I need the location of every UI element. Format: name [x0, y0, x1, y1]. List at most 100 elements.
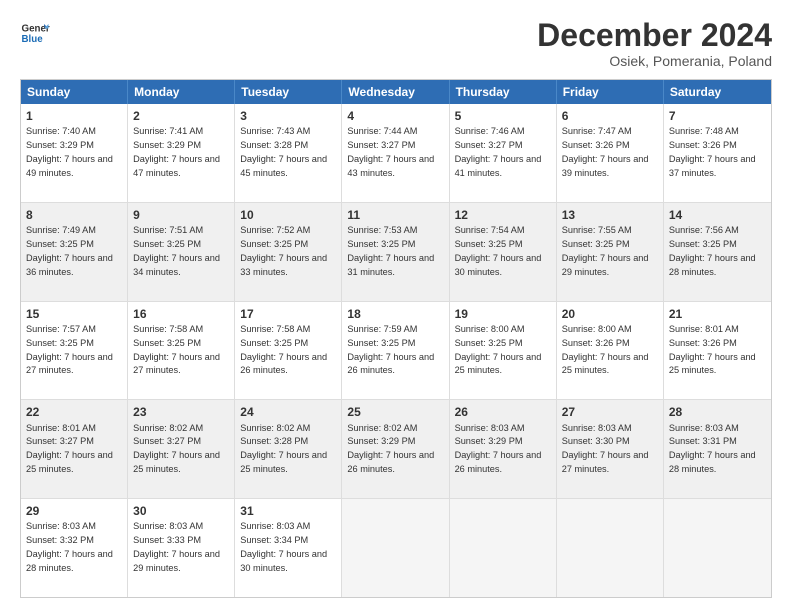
day-number: 1 — [26, 108, 122, 124]
cal-cell: 14 Sunrise: 7:56 AM Sunset: 3:25 PM Dayli… — [664, 203, 771, 301]
day-number: 15 — [26, 306, 122, 322]
cal-cell: 16Sunrise: 7:58 AM Sunset: 3:25 PM Dayli… — [128, 302, 235, 400]
day-number: 19 — [455, 306, 551, 322]
week-row-0: 1 Sunrise: 7:40 AM Sunset: 3:29 PM Daylig… — [21, 104, 771, 203]
cell-info: Sunrise: 7:44 AM Sunset: 3:27 PM Dayligh… — [347, 126, 434, 177]
cal-cell — [450, 499, 557, 597]
day-number: 2 — [133, 108, 229, 124]
cell-info: Sunrise: 7:53 AM Sunset: 3:25 PM Dayligh… — [347, 225, 434, 276]
logo-icon: General Blue — [20, 18, 50, 48]
cell-info: Sunrise: 7:51 AM Sunset: 3:25 PM Dayligh… — [133, 225, 220, 276]
day-number: 7 — [669, 108, 766, 124]
week-row-2: 15 Sunrise: 7:57 AM Sunset: 3:25 PM Dayli… — [21, 302, 771, 401]
cal-cell: 10 Sunrise: 7:52 AM Sunset: 3:25 PM Dayli… — [235, 203, 342, 301]
cell-info: Sunrise: 7:58 AM Sunset: 3:25 PM Dayligh… — [240, 324, 327, 375]
cell-info: Sunrise: 8:03 AM Sunset: 3:30 PM Dayligh… — [562, 423, 649, 474]
cell-info: Sunrise: 8:03 AM Sunset: 3:29 PM Dayligh… — [455, 423, 542, 474]
cell-info: Sunrise: 7:40 AM Sunset: 3:29 PM Dayligh… — [26, 126, 113, 177]
day-number: 23 — [133, 404, 229, 420]
cal-cell: 15 Sunrise: 7:57 AM Sunset: 3:25 PM Dayli… — [21, 302, 128, 400]
cell-info: Sunrise: 8:00 AM Sunset: 3:26 PM Dayligh… — [562, 324, 649, 375]
cal-cell: 7 Sunrise: 7:48 AM Sunset: 3:26 PM Daylig… — [664, 104, 771, 202]
cell-info: Sunrise: 8:03 AM Sunset: 3:33 PM Dayligh… — [133, 521, 220, 572]
day-number: 6 — [562, 108, 658, 124]
day-number: 12 — [455, 207, 551, 223]
cell-info: Sunrise: 7:58 AM Sunset: 3:25 PM Dayligh… — [133, 324, 220, 375]
header-day-tuesday: Tuesday — [235, 80, 342, 104]
day-number: 5 — [455, 108, 551, 124]
cal-cell: 18 Sunrise: 7:59 AM Sunset: 3:25 PM Dayli… — [342, 302, 449, 400]
week-row-4: 29Sunrise: 8:03 AM Sunset: 3:32 PM Dayli… — [21, 499, 771, 597]
cal-cell: 30 Sunrise: 8:03 AM Sunset: 3:33 PM Dayli… — [128, 499, 235, 597]
header-day-wednesday: Wednesday — [342, 80, 449, 104]
cell-info: Sunrise: 8:00 AM Sunset: 3:25 PM Dayligh… — [455, 324, 542, 375]
cal-cell: 5Sunrise: 7:46 AM Sunset: 3:27 PM Daylig… — [450, 104, 557, 202]
cal-cell: 12 Sunrise: 7:54 AM Sunset: 3:25 PM Dayli… — [450, 203, 557, 301]
cal-cell: 24 Sunrise: 8:02 AM Sunset: 3:28 PM Dayli… — [235, 400, 342, 498]
cell-info: Sunrise: 7:56 AM Sunset: 3:25 PM Dayligh… — [669, 225, 756, 276]
header-day-friday: Friday — [557, 80, 664, 104]
day-number: 30 — [133, 503, 229, 519]
calendar: SundayMondayTuesdayWednesdayThursdayFrid… — [20, 79, 772, 598]
day-number: 28 — [669, 404, 766, 420]
cal-cell: 28 Sunrise: 8:03 AM Sunset: 3:31 PM Dayli… — [664, 400, 771, 498]
cal-cell: 29Sunrise: 8:03 AM Sunset: 3:32 PM Dayli… — [21, 499, 128, 597]
cell-info: Sunrise: 8:02 AM Sunset: 3:29 PM Dayligh… — [347, 423, 434, 474]
day-number: 10 — [240, 207, 336, 223]
day-number: 9 — [133, 207, 229, 223]
day-number: 24 — [240, 404, 336, 420]
main-title: December 2024 — [537, 18, 772, 53]
day-number: 26 — [455, 404, 551, 420]
cal-cell — [664, 499, 771, 597]
cal-cell: 4 Sunrise: 7:44 AM Sunset: 3:27 PM Daylig… — [342, 104, 449, 202]
svg-text:General: General — [22, 24, 51, 35]
cell-info: Sunrise: 7:52 AM Sunset: 3:25 PM Dayligh… — [240, 225, 327, 276]
cal-cell: 21 Sunrise: 8:01 AM Sunset: 3:26 PM Dayli… — [664, 302, 771, 400]
cal-cell — [342, 499, 449, 597]
cell-info: Sunrise: 7:59 AM Sunset: 3:25 PM Dayligh… — [347, 324, 434, 375]
day-number: 4 — [347, 108, 443, 124]
cal-cell: 17Sunrise: 7:58 AM Sunset: 3:25 PM Dayli… — [235, 302, 342, 400]
title-block: December 2024 Osiek, Pomerania, Poland — [537, 18, 772, 69]
cal-cell: 22 Sunrise: 8:01 AM Sunset: 3:27 PM Dayli… — [21, 400, 128, 498]
day-number: 22 — [26, 404, 122, 420]
day-number: 31 — [240, 503, 336, 519]
cell-info: Sunrise: 8:01 AM Sunset: 3:27 PM Dayligh… — [26, 423, 113, 474]
cal-cell: 11 Sunrise: 7:53 AM Sunset: 3:25 PM Dayli… — [342, 203, 449, 301]
cell-info: Sunrise: 7:55 AM Sunset: 3:25 PM Dayligh… — [562, 225, 649, 276]
cal-cell: 3Sunrise: 7:43 AM Sunset: 3:28 PM Daylig… — [235, 104, 342, 202]
cell-info: Sunrise: 8:03 AM Sunset: 3:32 PM Dayligh… — [26, 521, 113, 572]
cell-info: Sunrise: 7:41 AM Sunset: 3:29 PM Dayligh… — [133, 126, 220, 177]
svg-text:Blue: Blue — [22, 34, 44, 45]
cal-cell: 20 Sunrise: 8:00 AM Sunset: 3:26 PM Dayli… — [557, 302, 664, 400]
cell-info: Sunrise: 7:57 AM Sunset: 3:25 PM Dayligh… — [26, 324, 113, 375]
day-number: 21 — [669, 306, 766, 322]
day-number: 27 — [562, 404, 658, 420]
cell-info: Sunrise: 8:01 AM Sunset: 3:26 PM Dayligh… — [669, 324, 756, 375]
cell-info: Sunrise: 7:43 AM Sunset: 3:28 PM Dayligh… — [240, 126, 327, 177]
day-number: 11 — [347, 207, 443, 223]
cal-cell: 26 Sunrise: 8:03 AM Sunset: 3:29 PM Dayli… — [450, 400, 557, 498]
cal-cell: 13 Sunrise: 7:55 AM Sunset: 3:25 PM Dayli… — [557, 203, 664, 301]
cell-info: Sunrise: 7:48 AM Sunset: 3:26 PM Dayligh… — [669, 126, 756, 177]
page: General Blue December 2024 Osiek, Pomera… — [0, 0, 792, 612]
cell-info: Sunrise: 8:03 AM Sunset: 3:34 PM Dayligh… — [240, 521, 327, 572]
calendar-header: SundayMondayTuesdayWednesdayThursdayFrid… — [21, 80, 771, 104]
day-number: 13 — [562, 207, 658, 223]
day-number: 20 — [562, 306, 658, 322]
cell-info: Sunrise: 8:03 AM Sunset: 3:31 PM Dayligh… — [669, 423, 756, 474]
day-number: 8 — [26, 207, 122, 223]
day-number: 18 — [347, 306, 443, 322]
header-day-saturday: Saturday — [664, 80, 771, 104]
cal-cell: 31 Sunrise: 8:03 AM Sunset: 3:34 PM Dayli… — [235, 499, 342, 597]
cal-cell — [557, 499, 664, 597]
cal-cell: 19 Sunrise: 8:00 AM Sunset: 3:25 PM Dayli… — [450, 302, 557, 400]
cal-cell: 27 Sunrise: 8:03 AM Sunset: 3:30 PM Dayli… — [557, 400, 664, 498]
cell-info: Sunrise: 8:02 AM Sunset: 3:28 PM Dayligh… — [240, 423, 327, 474]
header: General Blue December 2024 Osiek, Pomera… — [20, 18, 772, 69]
header-day-monday: Monday — [128, 80, 235, 104]
cal-cell: 9 Sunrise: 7:51 AM Sunset: 3:25 PM Daylig… — [128, 203, 235, 301]
cell-info: Sunrise: 7:54 AM Sunset: 3:25 PM Dayligh… — [455, 225, 542, 276]
day-number: 14 — [669, 207, 766, 223]
calendar-body: 1 Sunrise: 7:40 AM Sunset: 3:29 PM Daylig… — [21, 104, 771, 597]
